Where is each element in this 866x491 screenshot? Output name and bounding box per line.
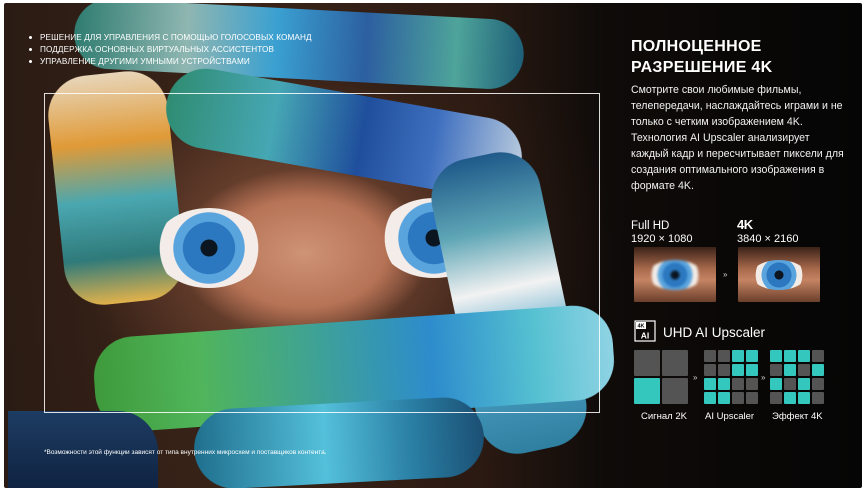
footnote: *Возможности этой функции зависят от тип… xyxy=(44,449,327,456)
pixel-cell xyxy=(770,363,783,377)
headline: ПОЛНОЦЕННОЕ РАЗРЕШЕНИЕ 4K xyxy=(631,36,772,78)
pixel-cell xyxy=(783,350,797,363)
pixel-cell xyxy=(704,363,717,377)
step-caption: Эффект 4K xyxy=(772,411,823,422)
arrow-icon: » xyxy=(723,270,728,279)
arrow-icon: » xyxy=(693,373,698,382)
pixel-cell xyxy=(797,391,811,404)
feature-list: РЕШЕНИЕ ДЛЯ УПРАВЛЕНИЯ С ПОМОЩЬЮ ГОЛОСОВ… xyxy=(26,32,312,68)
upscaler-title: UHD AI Upscaler xyxy=(663,325,766,340)
pixel-cell xyxy=(717,391,731,404)
pixel-cell xyxy=(745,391,758,404)
pixel-cell xyxy=(797,377,811,391)
pixel-cell xyxy=(745,377,758,391)
eye-image xyxy=(648,260,702,290)
pixel-cell xyxy=(717,350,731,363)
pixel-cell xyxy=(717,377,731,391)
pixel-cell xyxy=(811,391,824,404)
pixel-cell xyxy=(731,377,745,391)
pixel-cell xyxy=(811,377,824,391)
pixel-cell xyxy=(745,350,758,363)
feature-item: ПОДДЕРЖКА ОСНОВНЫХ ВИРТУАЛЬНЫХ АССИСТЕНТ… xyxy=(26,44,312,56)
step-caption: AI Upscaler xyxy=(705,411,755,422)
pixel-cell xyxy=(745,363,758,377)
pixel-cell xyxy=(770,350,783,363)
4k-eye-thumbnail xyxy=(738,247,820,302)
chip-badge: 4K xyxy=(637,324,644,330)
ai-chip-icon: 4K AI xyxy=(634,320,656,342)
chip-text: AI xyxy=(641,331,650,341)
pixel-cell xyxy=(770,377,783,391)
pixel-cell xyxy=(811,350,824,363)
effect-4k-grid xyxy=(770,350,824,404)
step-caption: Сигнал 2K xyxy=(641,411,687,422)
pixel-cell xyxy=(704,391,717,404)
eye-image xyxy=(752,260,806,290)
pixel-cell xyxy=(797,363,811,377)
pixel-cell xyxy=(704,350,717,363)
fullhd-label: Full HD xyxy=(631,220,670,232)
pixel-cell xyxy=(717,363,731,377)
headline-line: РАЗРЕШЕНИЕ 4K xyxy=(631,59,773,76)
arrow-icon: » xyxy=(761,373,766,382)
4k-label: 4K xyxy=(737,217,753,232)
pixel-cell xyxy=(797,350,811,363)
pixel-cell xyxy=(731,391,745,404)
4k-resolution: 3840 × 2160 xyxy=(737,233,799,245)
fullhd-eye-thumbnail xyxy=(634,247,716,302)
focus-frame xyxy=(44,93,600,413)
pixel-cell xyxy=(634,350,660,376)
headline-line: ПОЛНОЦЕННОЕ xyxy=(631,38,762,55)
pixel-cell xyxy=(783,391,797,404)
pixel-cell xyxy=(811,363,824,377)
ai-upscaler-grid xyxy=(704,350,758,404)
pixel-cell xyxy=(783,377,797,391)
pixel-cell xyxy=(731,363,745,377)
pixel-cell xyxy=(704,377,717,391)
pixel-cell xyxy=(770,391,783,404)
pixel-cell xyxy=(731,350,745,363)
pixel-cell xyxy=(634,378,660,404)
feature-item: РЕШЕНИЕ ДЛЯ УПРАВЛЕНИЯ С ПОМОЩЬЮ ГОЛОСОВ… xyxy=(26,32,312,44)
fullhd-resolution: 1920 × 1080 xyxy=(631,233,693,245)
feature-item: УПРАВЛЕНИЕ ДРУГИМИ УМНЫМИ УСТРОЙСТВАМИ xyxy=(26,56,312,68)
pixel-cell xyxy=(662,350,688,376)
description: Смотрите свои любимые фильмы, телепереда… xyxy=(631,84,844,192)
pixel-cell xyxy=(662,378,688,404)
signal-2k-grid xyxy=(634,350,688,404)
pixel-cell xyxy=(783,363,797,377)
